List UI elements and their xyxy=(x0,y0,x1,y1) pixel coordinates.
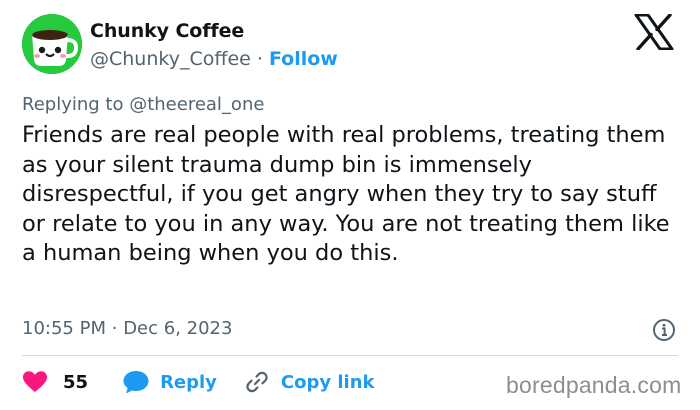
divider xyxy=(22,355,678,356)
speech-bubble-icon xyxy=(123,371,149,394)
coffee-cup-face-avatar-icon xyxy=(22,14,82,74)
reply-target-handle[interactable]: @theereal_one xyxy=(129,94,264,115)
tweet-text: Friends are real people with real proble… xyxy=(22,122,670,266)
tweet-time: 10:55 PM xyxy=(22,318,106,339)
tweet-card: Chunky Coffee @Chunky_Coffee · Follow Re… xyxy=(0,0,700,410)
watermark: boredpanda.com xyxy=(506,372,682,398)
author-display-name[interactable]: Chunky Coffee xyxy=(90,20,244,42)
reply-label: Reply xyxy=(160,371,217,393)
author-handle-line: @Chunky_Coffee · Follow xyxy=(90,48,338,70)
tweet-timestamp[interactable]: 10:55 PM · Dec 6, 2023 xyxy=(22,318,232,339)
info-circle-icon[interactable] xyxy=(652,318,676,342)
follow-button[interactable]: Follow xyxy=(269,48,338,70)
avatar[interactable] xyxy=(22,14,82,74)
reply-context: Replying to @theereal_one xyxy=(22,94,264,115)
author-handle[interactable]: @Chunky_Coffee xyxy=(90,48,251,70)
tweet-date: Dec 6, 2023 xyxy=(123,318,233,339)
copy-link-label: Copy link xyxy=(280,371,375,393)
heart-icon xyxy=(23,371,47,392)
link-icon xyxy=(246,371,268,393)
action-bar: 55 Reply Copy link xyxy=(22,367,375,397)
reply-button[interactable]: Reply xyxy=(122,369,217,395)
like-button[interactable]: 55 xyxy=(22,370,88,394)
reply-context-prefix: Replying to xyxy=(22,94,130,115)
timestamp-separator: · xyxy=(111,318,118,339)
handle-separator: · xyxy=(256,48,263,70)
copy-link-button[interactable]: Copy link xyxy=(245,370,375,394)
x-logo-icon[interactable] xyxy=(634,14,674,50)
like-count: 55 xyxy=(63,371,89,393)
